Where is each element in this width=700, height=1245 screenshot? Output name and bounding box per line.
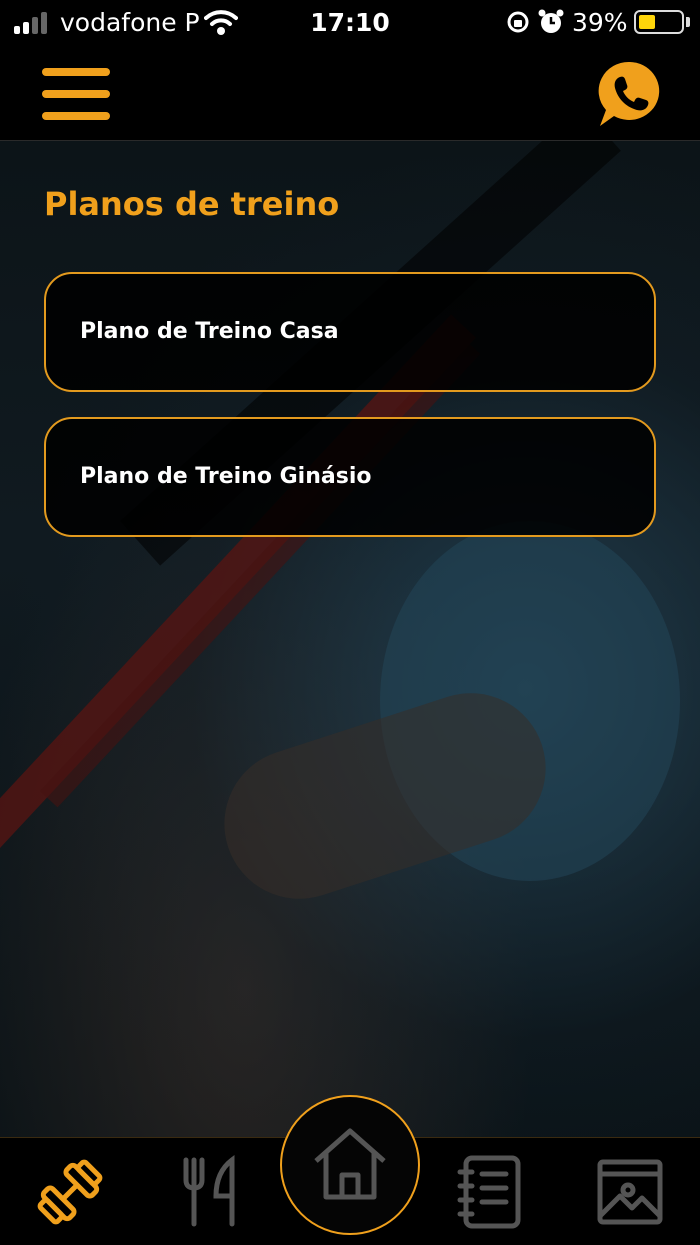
home-icon [314, 1128, 386, 1200]
app-header [0, 46, 700, 141]
phone-chat-icon[interactable] [596, 60, 664, 128]
status-bar: vodafone P 17:10 39% [0, 0, 700, 46]
image-gallery-icon[interactable] [590, 1152, 670, 1232]
plan-card-casa[interactable]: Plano de Treino Casa [44, 272, 656, 392]
notebook-list-icon[interactable] [450, 1152, 530, 1232]
fork-knife-icon[interactable] [172, 1152, 252, 1232]
hamburger-menu-icon[interactable] [42, 68, 110, 120]
battery-tip [686, 17, 690, 27]
plan-card-label: Plano de Treino Casa [80, 319, 339, 344]
home-button[interactable] [280, 1095, 420, 1235]
plan-card-ginasio[interactable]: Plano de Treino Ginásio [44, 417, 656, 537]
battery-percent: 39% [572, 8, 628, 37]
dumbbell-icon[interactable] [30, 1152, 110, 1232]
rotation-lock-icon [507, 11, 529, 33]
page-title: Planos de treino [44, 185, 340, 223]
bottom-nav [0, 1095, 700, 1245]
plan-card-label: Plano de Treino Ginásio [80, 464, 372, 489]
main-content: Planos de treino Plano de Treino Casa Pl… [0, 141, 700, 1137]
alarm-icon [538, 9, 564, 33]
battery-icon [634, 10, 684, 34]
